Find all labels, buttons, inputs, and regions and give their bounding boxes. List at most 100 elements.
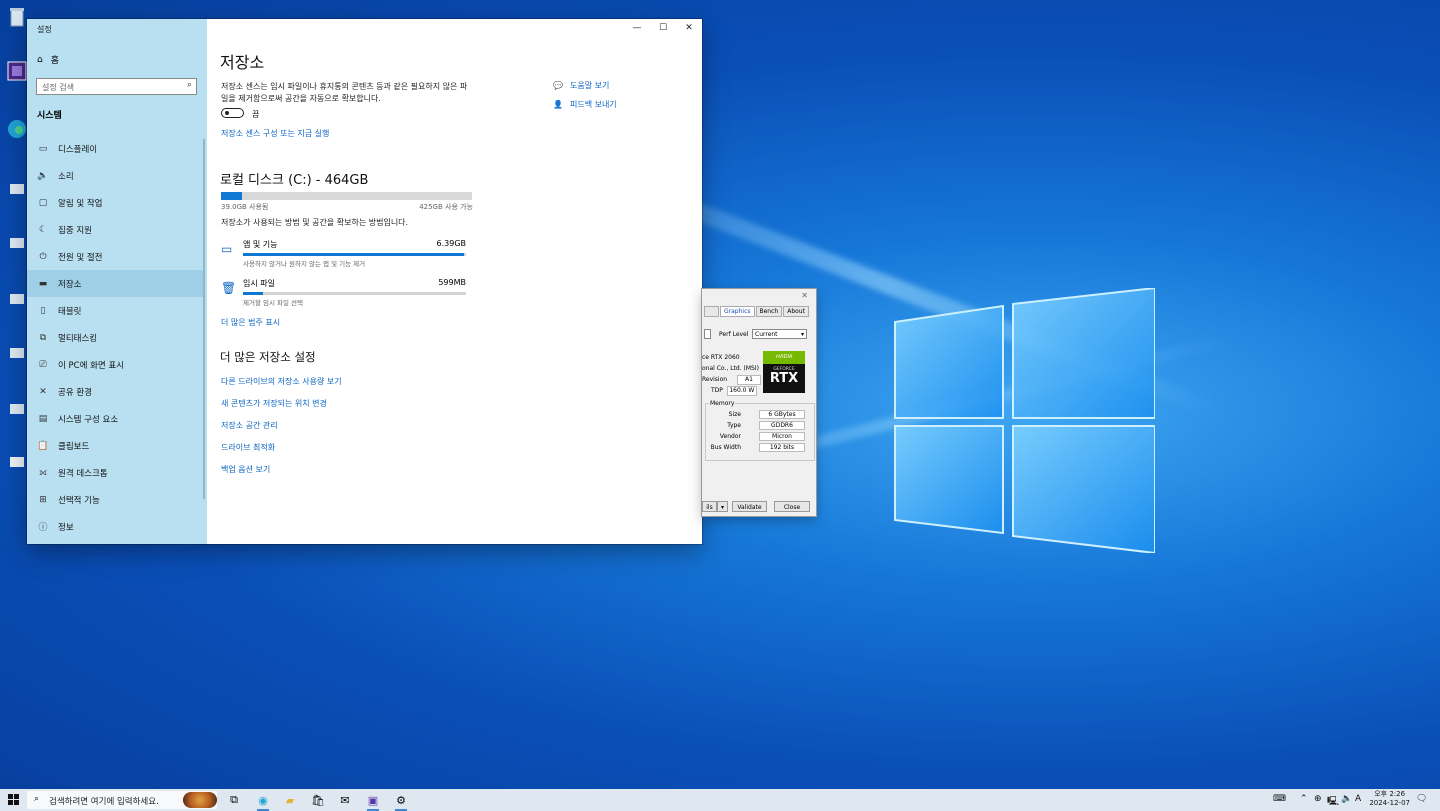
tdp-value: 160.0 W (726, 386, 757, 396)
sidebar-item[interactable]: ▢ 알림 및 작업 (27, 189, 203, 216)
sidebar-item[interactable]: ▯ 태블릿 (27, 297, 203, 324)
memory-value: 192 bits (759, 443, 805, 452)
chevron-down-icon: ▾ (720, 504, 724, 511)
sidebar-item-label: 태블릿 (58, 306, 82, 317)
sidebar-item[interactable]: 🔈 소리 (27, 162, 203, 189)
store-icon[interactable]: 🛍 (310, 792, 326, 808)
perf-level-select[interactable]: Current ▾ (752, 329, 807, 339)
cpu-z-taskbar-icon[interactable]: ▣ (365, 792, 381, 811)
apps-icon: ▭ (221, 242, 233, 256)
storage-spaces-link[interactable]: 저장소 공간 관리 (221, 420, 278, 431)
help-link[interactable]: 💬 도움말 보기 (553, 76, 617, 95)
more-categories-link[interactable]: 더 많은 범주 표시 (221, 317, 280, 328)
power-icon: ⏻ (39, 251, 47, 262)
memory-key: Vendor (719, 433, 741, 440)
network-icon[interactable]: 🖳 (1327, 794, 1339, 810)
chevron-down-icon: ▾ (800, 331, 804, 338)
validate-button[interactable]: Validate (732, 501, 767, 512)
sidebar-item-label: 디스플레이 (58, 144, 98, 155)
search-icon: ⌕ (34, 794, 40, 804)
storage-icon: ▬ (38, 278, 48, 289)
optional-features-icon: ⊞ (39, 494, 47, 505)
details-button[interactable]: ils (702, 501, 717, 512)
category-bar-fill (243, 292, 264, 295)
sidebar-item[interactable]: ⎚ 이 PC에 화면 표시 (27, 351, 203, 378)
optimize-drives-link[interactable]: 드라이브 최적화 (221, 442, 275, 453)
info-icon: ⓘ (38, 523, 48, 533)
category-size: 6.39GB (436, 239, 467, 248)
task-view-icon[interactable]: ⧉ (226, 792, 242, 808)
storage-sense-toggle[interactable] (221, 108, 244, 118)
file-explorer-icon[interactable]: ▰ (282, 792, 298, 808)
settings-gear-icon[interactable]: ⚙ (393, 792, 409, 811)
category-bar (243, 292, 466, 295)
sidebar-item[interactable]: ⏻ 전원 및 절전 (27, 243, 203, 270)
gpuz-close-icon[interactable]: ✕ (801, 291, 808, 300)
memory-key: Size (728, 411, 741, 418)
start-button[interactable] (8, 794, 20, 809)
feedback-link[interactable]: 👤 피드백 보내기 (553, 95, 617, 114)
sidebar-item[interactable]: ✕ 공유 환경 (27, 378, 203, 405)
sidebar-item-label: 이 PC에 화면 표시 (58, 360, 125, 371)
category-apps[interactable]: ▭ 앱 및 기능 6.39GB 사용하지 않거나 원하지 않는 앱 및 기능 제… (220, 239, 470, 273)
edge-icon[interactable]: ◉ (255, 792, 271, 811)
category-bar-fill (243, 253, 464, 256)
tdp-row: TDP 160.0 W (702, 385, 760, 396)
page-title: 저장소 (220, 53, 265, 72)
sidebar-item-label: 정보 (58, 522, 74, 533)
tab-bench[interactable]: Bench (755, 306, 783, 317)
home-nav[interactable]: ⌂ 홈 (37, 53, 59, 67)
category-temp-files[interactable]: 🗑 임시 파일 599MB 제거할 임시 파일 선택 (220, 278, 470, 312)
revision-row: Revision A1 (702, 374, 761, 385)
taskbar-search-box[interactable]: ⌕ 검색하려면 여기에 입력하세요. (27, 791, 217, 809)
revision-value: A1 (737, 375, 761, 385)
storage-page: 저장소 저장소 센스는 임시 파일이나 휴지통의 콘텐츠 등과 같은 필요하지 … (220, 19, 700, 544)
sidebar-item[interactable]: ⊞ 선택적 기능 (27, 486, 203, 513)
ime-indicator[interactable]: A (1355, 794, 1361, 804)
save-location-link[interactable]: 새 콘텐츠가 저장되는 위치 변경 (221, 398, 327, 409)
dropdown-arrow-button[interactable]: ▾ (717, 501, 728, 512)
sound-icon: 🔈 (37, 170, 49, 181)
memory-row: Type GDDR6 (706, 421, 814, 431)
sidebar-scrollbar[interactable] (203, 139, 205, 499)
sidebar-item[interactable]: ▤ 시스템 구성 요소 (27, 405, 203, 432)
gpuz-dropdown[interactable] (704, 329, 711, 339)
memory-key: Type (727, 422, 741, 429)
home-label: 홈 (50, 56, 59, 66)
notification-icon[interactable]: 🗨 (1416, 794, 1427, 804)
sidebar-item[interactable]: ⓘ 정보 (27, 513, 203, 540)
other-drives-link[interactable]: 다른 드라이브의 저장소 사용량 보기 (221, 376, 342, 387)
taskbar-clock[interactable]: 오후 2:26 2024-12-07 (1369, 790, 1410, 808)
rtx-text: RTX (769, 371, 799, 386)
sidebar-item[interactable]: ▭ 디스플레이 (27, 135, 203, 162)
feedback-icon: 👤 (553, 100, 563, 109)
sidebar-item[interactable]: ⧉ 멀티태스킹 (27, 324, 203, 351)
disk-usage-bar (221, 192, 472, 200)
tab-graphics[interactable]: Graphics (720, 306, 755, 317)
sidebar-item[interactable]: 📋 클립보드 (27, 432, 203, 459)
clock-time: 오후 2:26 (1374, 790, 1406, 798)
tray-app-icon[interactable]: ⊕ (1314, 794, 1322, 804)
toggle-state-label: 끔 (252, 110, 260, 119)
sidebar-item-label: 전원 및 절전 (58, 252, 103, 263)
tablet-icon: ▯ (40, 305, 46, 316)
sidebar-item[interactable]: ⟗ 원격 데스크톱 (27, 459, 203, 486)
keyboard-icon[interactable]: ⌨ (1273, 794, 1286, 804)
mail-icon[interactable]: ✉ (337, 792, 353, 808)
focus-assist-icon: ☾ (38, 224, 48, 235)
chevron-up-icon[interactable]: ⌃ (1300, 794, 1308, 804)
storage-sense-link[interactable]: 저장소 센스 구성 또는 지금 실행 (221, 128, 329, 139)
revision-label: Revision (702, 376, 728, 383)
gpuz-tab-partial[interactable] (704, 306, 719, 317)
sidebar-item[interactable]: ☾ 집중 지원 (27, 216, 203, 243)
backup-options-link[interactable]: 백업 옵션 보기 (221, 464, 270, 475)
search-highlight-image (183, 792, 217, 808)
settings-search-input[interactable]: 설정 검색 ⌕ (36, 78, 197, 95)
volume-icon[interactable]: 🔈 (1341, 794, 1352, 804)
memory-group: Memory Size 6 GBytes Type GDDR6 Vendor Micr… (705, 400, 815, 461)
settings-sidebar: 설정 ⌂ 홈 설정 검색 ⌕ 시스템 ▭ 디스플레이 🔈 소리 ▢ 알림 및 작업 ☾ 집중 … (27, 19, 207, 544)
close-gpuz-button[interactable]: Close (774, 501, 810, 512)
tab-about[interactable]: About (783, 306, 809, 317)
sidebar-item[interactable]: ▬ 저장소 (27, 270, 203, 297)
clock-date: 2024-12-07 (1369, 799, 1410, 807)
